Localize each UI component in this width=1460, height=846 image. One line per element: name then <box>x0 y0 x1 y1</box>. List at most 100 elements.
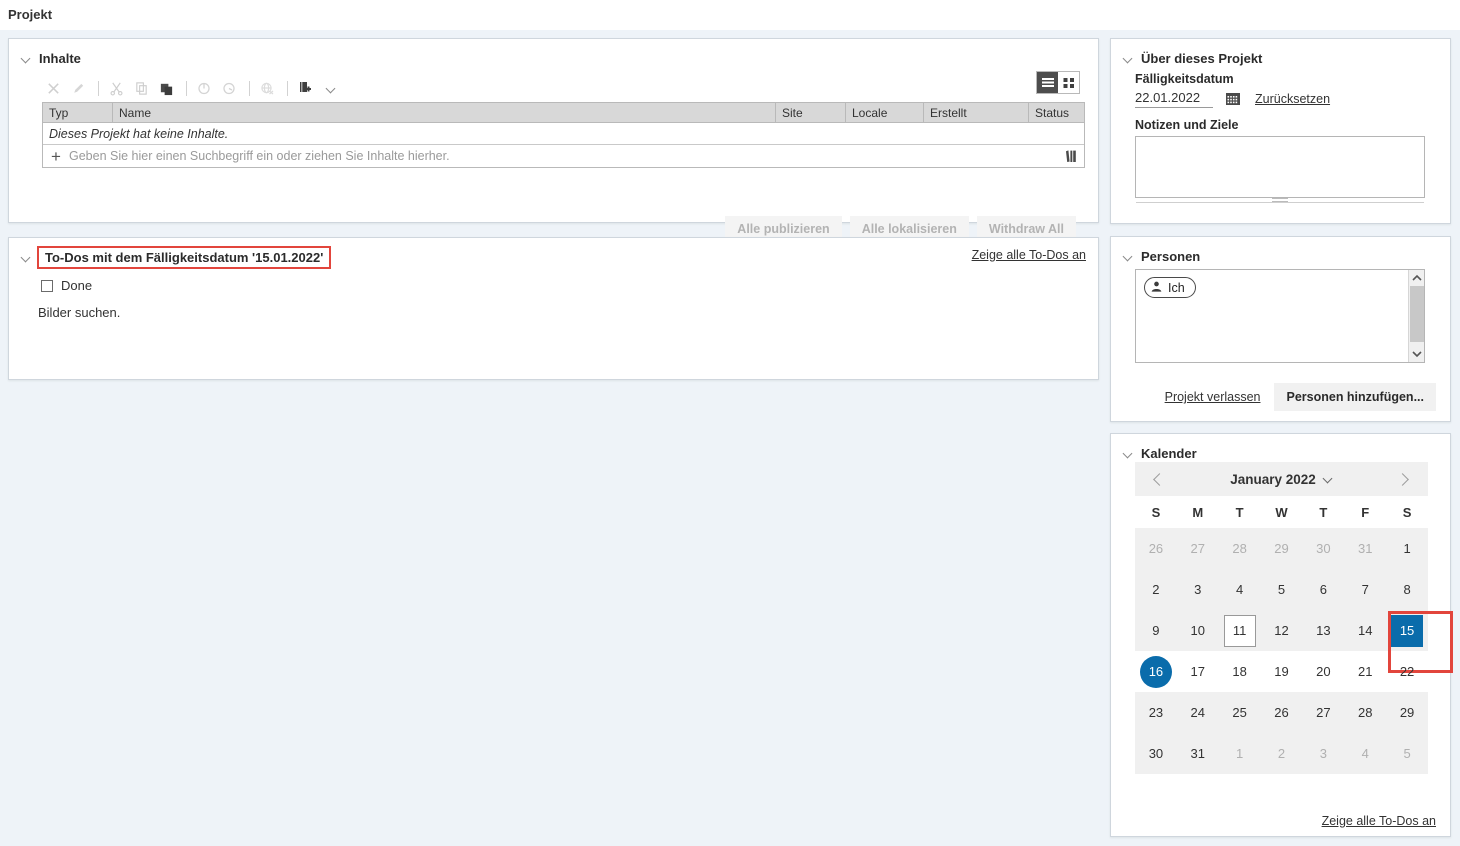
calendar-day[interactable]: 1 <box>1386 528 1428 569</box>
plus-icon[interactable]: + <box>43 148 69 165</box>
calendar-show-all-todos-link[interactable]: Zeige alle To-Dos an <box>1322 814 1436 828</box>
calendar-day[interactable]: 20 <box>1302 651 1344 692</box>
calendar-day[interactable]: 26 <box>1135 528 1177 569</box>
calendar-day[interactable]: 2 <box>1261 733 1303 774</box>
calendar-day[interactable]: 1 <box>1219 733 1261 774</box>
due-date-input[interactable]: 22.01.2022 <box>1135 90 1213 108</box>
scrollbar-thumb[interactable] <box>1410 286 1424 342</box>
publish-icon[interactable] <box>193 77 215 99</box>
chevron-down-icon <box>1323 474 1333 484</box>
calendar-day[interactable]: 3 <box>1302 733 1344 774</box>
collapse-chevron-icon[interactable] <box>1121 51 1135 65</box>
calendar-day[interactable]: 28 <box>1219 528 1261 569</box>
column-header-typ[interactable]: Typ <box>43 103 113 122</box>
column-header-site[interactable]: Site <box>776 103 846 122</box>
column-header-locale[interactable]: Locale <box>846 103 924 122</box>
calendar-day[interactable]: 22 <box>1386 651 1428 692</box>
calendar-day[interactable]: 30 <box>1302 528 1344 569</box>
reset-due-date-link[interactable]: Zurücksetzen <box>1255 92 1330 106</box>
calendar-day[interactable]: 15 <box>1386 610 1428 651</box>
calendar-day[interactable]: 28 <box>1344 692 1386 733</box>
calendar-day[interactable]: 7 <box>1344 569 1386 610</box>
collapse-chevron-icon[interactable] <box>19 250 33 264</box>
calendar-day-grid: 2627282930311234567891011121314151617181… <box>1135 528 1428 774</box>
calendar-day[interactable]: 12 <box>1261 610 1303 651</box>
edit-icon[interactable] <box>67 77 89 99</box>
calendar-day[interactable]: 29 <box>1386 692 1428 733</box>
calendar-day[interactable]: 11 <box>1219 610 1261 651</box>
column-header-erstellt[interactable]: Erstellt <box>924 103 1029 122</box>
calendar-day[interactable]: 4 <box>1344 733 1386 774</box>
scroll-down-icon[interactable] <box>1409 346 1425 362</box>
calendar-day[interactable]: 4 <box>1219 569 1261 610</box>
calendar-day[interactable]: 25 <box>1219 692 1261 733</box>
calendar-day-number: 20 <box>1307 656 1339 688</box>
people-scrollbar[interactable] <box>1408 270 1424 362</box>
calendar-day[interactable]: 19 <box>1261 651 1303 692</box>
delete-icon[interactable] <box>42 77 64 99</box>
copy-icon[interactable] <box>130 77 152 99</box>
content-search-row[interactable]: + Geben Sie hier einen Suchbegriff ein o… <box>43 145 1084 167</box>
list-view-icon[interactable] <box>1037 72 1058 93</box>
calendar-day[interactable]: 14 <box>1344 610 1386 651</box>
calendar-day-number: 1 <box>1391 533 1423 565</box>
leave-project-link[interactable]: Projekt verlassen <box>1165 390 1261 404</box>
calendar-day[interactable]: 31 <box>1177 733 1219 774</box>
toolbar-more-chevron-icon[interactable] <box>323 78 339 98</box>
calendar-day[interactable]: 24 <box>1177 692 1219 733</box>
calendar-day[interactable]: 23 <box>1135 692 1177 733</box>
localize-icon[interactable] <box>256 77 278 99</box>
next-month-icon[interactable] <box>1396 470 1414 488</box>
people-panel-title: Personen <box>1141 249 1200 264</box>
calendar-day[interactable]: 17 <box>1177 651 1219 692</box>
calendar-day[interactable]: 10 <box>1177 610 1219 651</box>
calendar-day[interactable]: 9 <box>1135 610 1177 651</box>
calendar-day[interactable]: 18 <box>1219 651 1261 692</box>
column-header-name[interactable]: Name <box>113 103 776 122</box>
person-chip[interactable]: Ich <box>1144 277 1196 298</box>
column-header-status[interactable]: Status <box>1029 103 1084 122</box>
resize-grip[interactable] <box>1272 198 1288 202</box>
calendar-day[interactable]: 3 <box>1177 569 1219 610</box>
cut-icon[interactable] <box>105 77 127 99</box>
scroll-up-icon[interactable] <box>1409 270 1425 286</box>
library-icon[interactable] <box>1058 149 1084 163</box>
calendar-day[interactable]: 6 <box>1302 569 1344 610</box>
calendar-day[interactable]: 2 <box>1135 569 1177 610</box>
collapse-chevron-icon[interactable] <box>19 51 33 65</box>
calendar-day[interactable]: 5 <box>1261 569 1303 610</box>
month-selector[interactable]: January 2022 <box>1230 472 1333 487</box>
new-content-icon[interactable] <box>294 77 316 99</box>
contents-panel: Inhalte <box>8 38 1099 223</box>
calendar-day[interactable]: 16 <box>1135 651 1177 692</box>
top-bar: Projekt <box>0 0 1460 30</box>
calendar-day-number: 23 <box>1140 697 1172 729</box>
unpublish-icon[interactable] <box>218 77 240 99</box>
paste-icon[interactable] <box>155 77 177 99</box>
todos-panel-title: To-Dos mit dem Fälligkeitsdatum '15.01.2… <box>37 246 331 269</box>
todo-done-checkbox[interactable] <box>41 280 53 292</box>
add-people-button[interactable]: Personen hinzufügen... <box>1274 383 1436 411</box>
calendar-day[interactable]: 31 <box>1344 528 1386 569</box>
calendar-day[interactable]: 26 <box>1261 692 1303 733</box>
calendar-day-number: 16 <box>1140 656 1172 688</box>
calendar-icon[interactable] <box>1225 92 1241 106</box>
collapse-chevron-icon[interactable] <box>1121 249 1135 263</box>
calendar-day-number: 1 <box>1224 738 1256 770</box>
search-input[interactable]: Geben Sie hier einen Suchbegriff ein ode… <box>69 149 1058 163</box>
notes-textarea[interactable] <box>1135 136 1425 198</box>
grid-view-icon[interactable] <box>1058 72 1079 93</box>
about-project-panel: Über dieses Projekt Fälligkeitsdatum 22.… <box>1110 38 1451 224</box>
calendar-day[interactable]: 30 <box>1135 733 1177 774</box>
calendar-day[interactable]: 21 <box>1344 651 1386 692</box>
calendar-day[interactable]: 29 <box>1261 528 1303 569</box>
calendar-day[interactable]: 8 <box>1386 569 1428 610</box>
collapse-chevron-icon[interactable] <box>1121 446 1135 460</box>
show-all-todos-link[interactable]: Zeige alle To-Dos an <box>972 248 1086 262</box>
calendar-day[interactable]: 13 <box>1302 610 1344 651</box>
calendar-day[interactable]: 27 <box>1177 528 1219 569</box>
calendar-day-number: 2 <box>1140 574 1172 606</box>
calendar-day[interactable]: 27 <box>1302 692 1344 733</box>
prev-month-icon[interactable] <box>1149 470 1167 488</box>
calendar-day[interactable]: 5 <box>1386 733 1428 774</box>
